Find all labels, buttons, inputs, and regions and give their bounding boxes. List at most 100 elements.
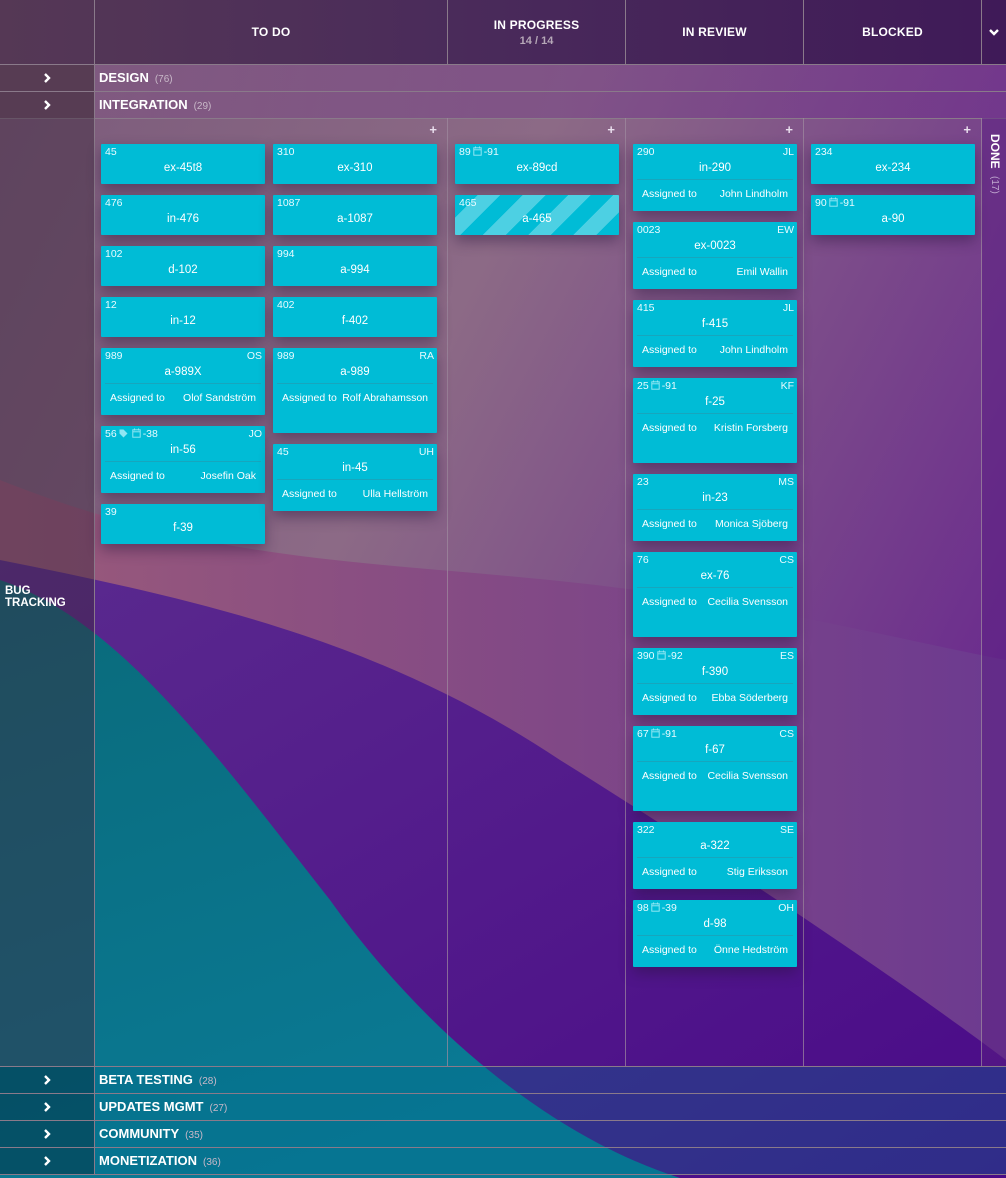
assignee-initials[interactable]: EW: [777, 224, 794, 236]
task-card[interactable]: 465 a-465: [455, 195, 619, 235]
lane-title[interactable]: BETA TESTING (28): [99, 1067, 217, 1093]
assignee-initials[interactable]: CS: [779, 554, 794, 566]
column-header-todo[interactable]: TO DO: [95, 0, 448, 64]
due-days: -91: [661, 380, 677, 392]
assigned-label: Assigned to: [642, 422, 697, 434]
add-card-button[interactable]: +: [429, 122, 437, 137]
done-count: (17): [989, 176, 1000, 194]
lane-name: DESIGN: [99, 70, 149, 85]
task-card[interactable]: 415 JL f-415 Assigned to John Lindholm: [633, 300, 797, 367]
task-card[interactable]: 310 ex-310: [273, 144, 437, 184]
lane-title[interactable]: DESIGN (76): [99, 65, 173, 91]
task-card[interactable]: 23 MS in-23 Assigned to Monica Sjöberg: [633, 474, 797, 541]
task-card[interactable]: 76 CS ex-76 Assigned to Cecilia Svensson: [633, 552, 797, 637]
assignee-row: Assigned to Önne Hedström: [633, 936, 797, 965]
done-column-collapsed[interactable]: DONE (17): [982, 118, 1006, 1066]
task-card[interactable]: 989 OS a-989X Assigned to Olof Sandström: [101, 348, 265, 415]
task-card[interactable]: 476 in-476: [101, 195, 265, 235]
assigned-label: Assigned to: [642, 266, 697, 278]
task-card[interactable]: 67 -91 CS f-67 Assigned to Cecilia Svensson: [633, 726, 797, 811]
assignee-initials[interactable]: ES: [780, 650, 794, 662]
assignee-name: Monica Sjöberg: [715, 518, 788, 530]
assignee-name: Stig Eriksson: [726, 866, 788, 878]
assignee-initials[interactable]: RA: [419, 350, 434, 362]
card-meta: 402: [273, 297, 437, 313]
cell-in-progress: + 89 -91 ex-89cd 465 a-465: [448, 118, 626, 1066]
lane-count: (36): [202, 1157, 221, 1168]
task-card[interactable]: 1087 a-1087: [273, 195, 437, 235]
assignee-row: Assigned to Olof Sandström: [101, 384, 265, 413]
assignee-row: Assigned to Rolf Abrahamsson: [273, 384, 437, 413]
column-header-in-progress[interactable]: IN PROGRESS 14 / 14: [448, 0, 626, 64]
assignee-row: Assigned to Cecilia Svensson: [633, 588, 797, 617]
task-card[interactable]: 102 d-102: [101, 246, 265, 286]
card-meta: 390 -92 ES: [633, 648, 797, 664]
expand-lane-button[interactable]: [0, 92, 95, 118]
assignee-initials[interactable]: KF: [781, 380, 794, 392]
assignee-initials[interactable]: UH: [419, 446, 434, 458]
lane-title[interactable]: INTEGRATION (29): [99, 92, 211, 118]
expand-lane-button[interactable]: [0, 1121, 95, 1147]
task-card[interactable]: 98 -39 OH d-98 Assigned to Önne Hedström: [633, 900, 797, 967]
card-id: 402: [277, 299, 295, 311]
due-days: -38: [142, 428, 158, 440]
lane-header[interactable]: BUG TRACKING: [0, 118, 95, 1066]
add-card-button[interactable]: +: [785, 122, 793, 137]
card-id: 994: [277, 248, 295, 260]
expand-lane-button[interactable]: [0, 1067, 95, 1093]
lane-title[interactable]: UPDATES MGMT (27): [99, 1094, 227, 1120]
assignee-initials[interactable]: MS: [778, 476, 794, 488]
task-card[interactable]: 12 in-12: [101, 297, 265, 337]
assignee-initials[interactable]: OH: [778, 902, 794, 914]
assignee-name: John Lindholm: [719, 188, 788, 200]
expand-lane-button[interactable]: [0, 1148, 95, 1174]
card-key: ex-310: [337, 162, 373, 174]
card-key: a-989X: [164, 366, 202, 378]
task-card[interactable]: 90 -91 a-90: [811, 195, 975, 235]
assignee-initials[interactable]: JO: [249, 428, 262, 440]
task-card[interactable]: 39 f-39: [101, 504, 265, 544]
task-card[interactable]: 89 -91 ex-89cd: [455, 144, 619, 184]
task-card[interactable]: 0023 EW ex-0023 Assigned to Emil Wallin: [633, 222, 797, 289]
wip-limit: 14 / 14: [519, 34, 554, 47]
cell-todo: + 45 ex-45t8 476 in-476 102 d-102 12 in-12 989 OS…: [95, 118, 448, 1066]
task-card[interactable]: 25 -91 KF f-25 Assigned to Kristin Forsberg: [633, 378, 797, 463]
task-card[interactable]: 994 a-994: [273, 246, 437, 286]
task-card[interactable]: 234 ex-234: [811, 144, 975, 184]
task-card[interactable]: 989 RA a-989 Assigned to Rolf Abrahamsson: [273, 348, 437, 433]
assignee-row: Assigned to John Lindholm: [633, 336, 797, 365]
card-key: in-23: [702, 492, 728, 504]
task-card[interactable]: 45 ex-45t8: [101, 144, 265, 184]
expand-lane-button[interactable]: [0, 65, 95, 91]
task-card[interactable]: 56 -38 JO in-56 Assigned to Josefin Oak: [101, 426, 265, 493]
card-meta: 67 -91 CS: [633, 726, 797, 742]
assignee-initials[interactable]: JL: [783, 146, 794, 158]
expand-lane-button[interactable]: [0, 1094, 95, 1120]
assignee-initials[interactable]: CS: [779, 728, 794, 740]
assignee-name: Önne Hedström: [713, 944, 788, 956]
task-card[interactable]: 390 -92 ES f-390 Assigned to Ebba Söderberg: [633, 648, 797, 715]
lane-title[interactable]: MONETIZATION (36): [99, 1148, 221, 1174]
assignee-name: Ulla Hellström: [362, 488, 428, 500]
card-meta: 476: [101, 195, 265, 211]
calendar-icon: [131, 428, 141, 438]
add-card-button[interactable]: +: [963, 122, 971, 137]
task-card[interactable]: 402 f-402: [273, 297, 437, 337]
task-card[interactable]: 45 UH in-45 Assigned to Ulla Hellström: [273, 444, 437, 511]
assigned-label: Assigned to: [110, 470, 165, 482]
lane-title[interactable]: COMMUNITY (35): [99, 1121, 203, 1147]
task-card[interactable]: 322 SE a-322 Assigned to Stig Eriksson: [633, 822, 797, 889]
collapse-all-button[interactable]: [982, 0, 1006, 64]
column-header-in-review[interactable]: IN REVIEW: [626, 0, 804, 64]
card-id: 234: [815, 146, 833, 158]
assignee-initials[interactable]: SE: [780, 824, 794, 836]
column-header-blocked[interactable]: BLOCKED: [804, 0, 982, 64]
card-id: 39: [105, 506, 117, 518]
card-meta: 89 -91: [455, 144, 619, 160]
assignee-initials[interactable]: OS: [247, 350, 262, 362]
card-meta: 56 -38 JO: [101, 426, 265, 442]
add-card-button[interactable]: +: [607, 122, 615, 137]
assignee-initials[interactable]: JL: [783, 302, 794, 314]
task-card[interactable]: 290 JL in-290 Assigned to John Lindholm: [633, 144, 797, 211]
assignee-row: Assigned to Stig Eriksson: [633, 858, 797, 887]
